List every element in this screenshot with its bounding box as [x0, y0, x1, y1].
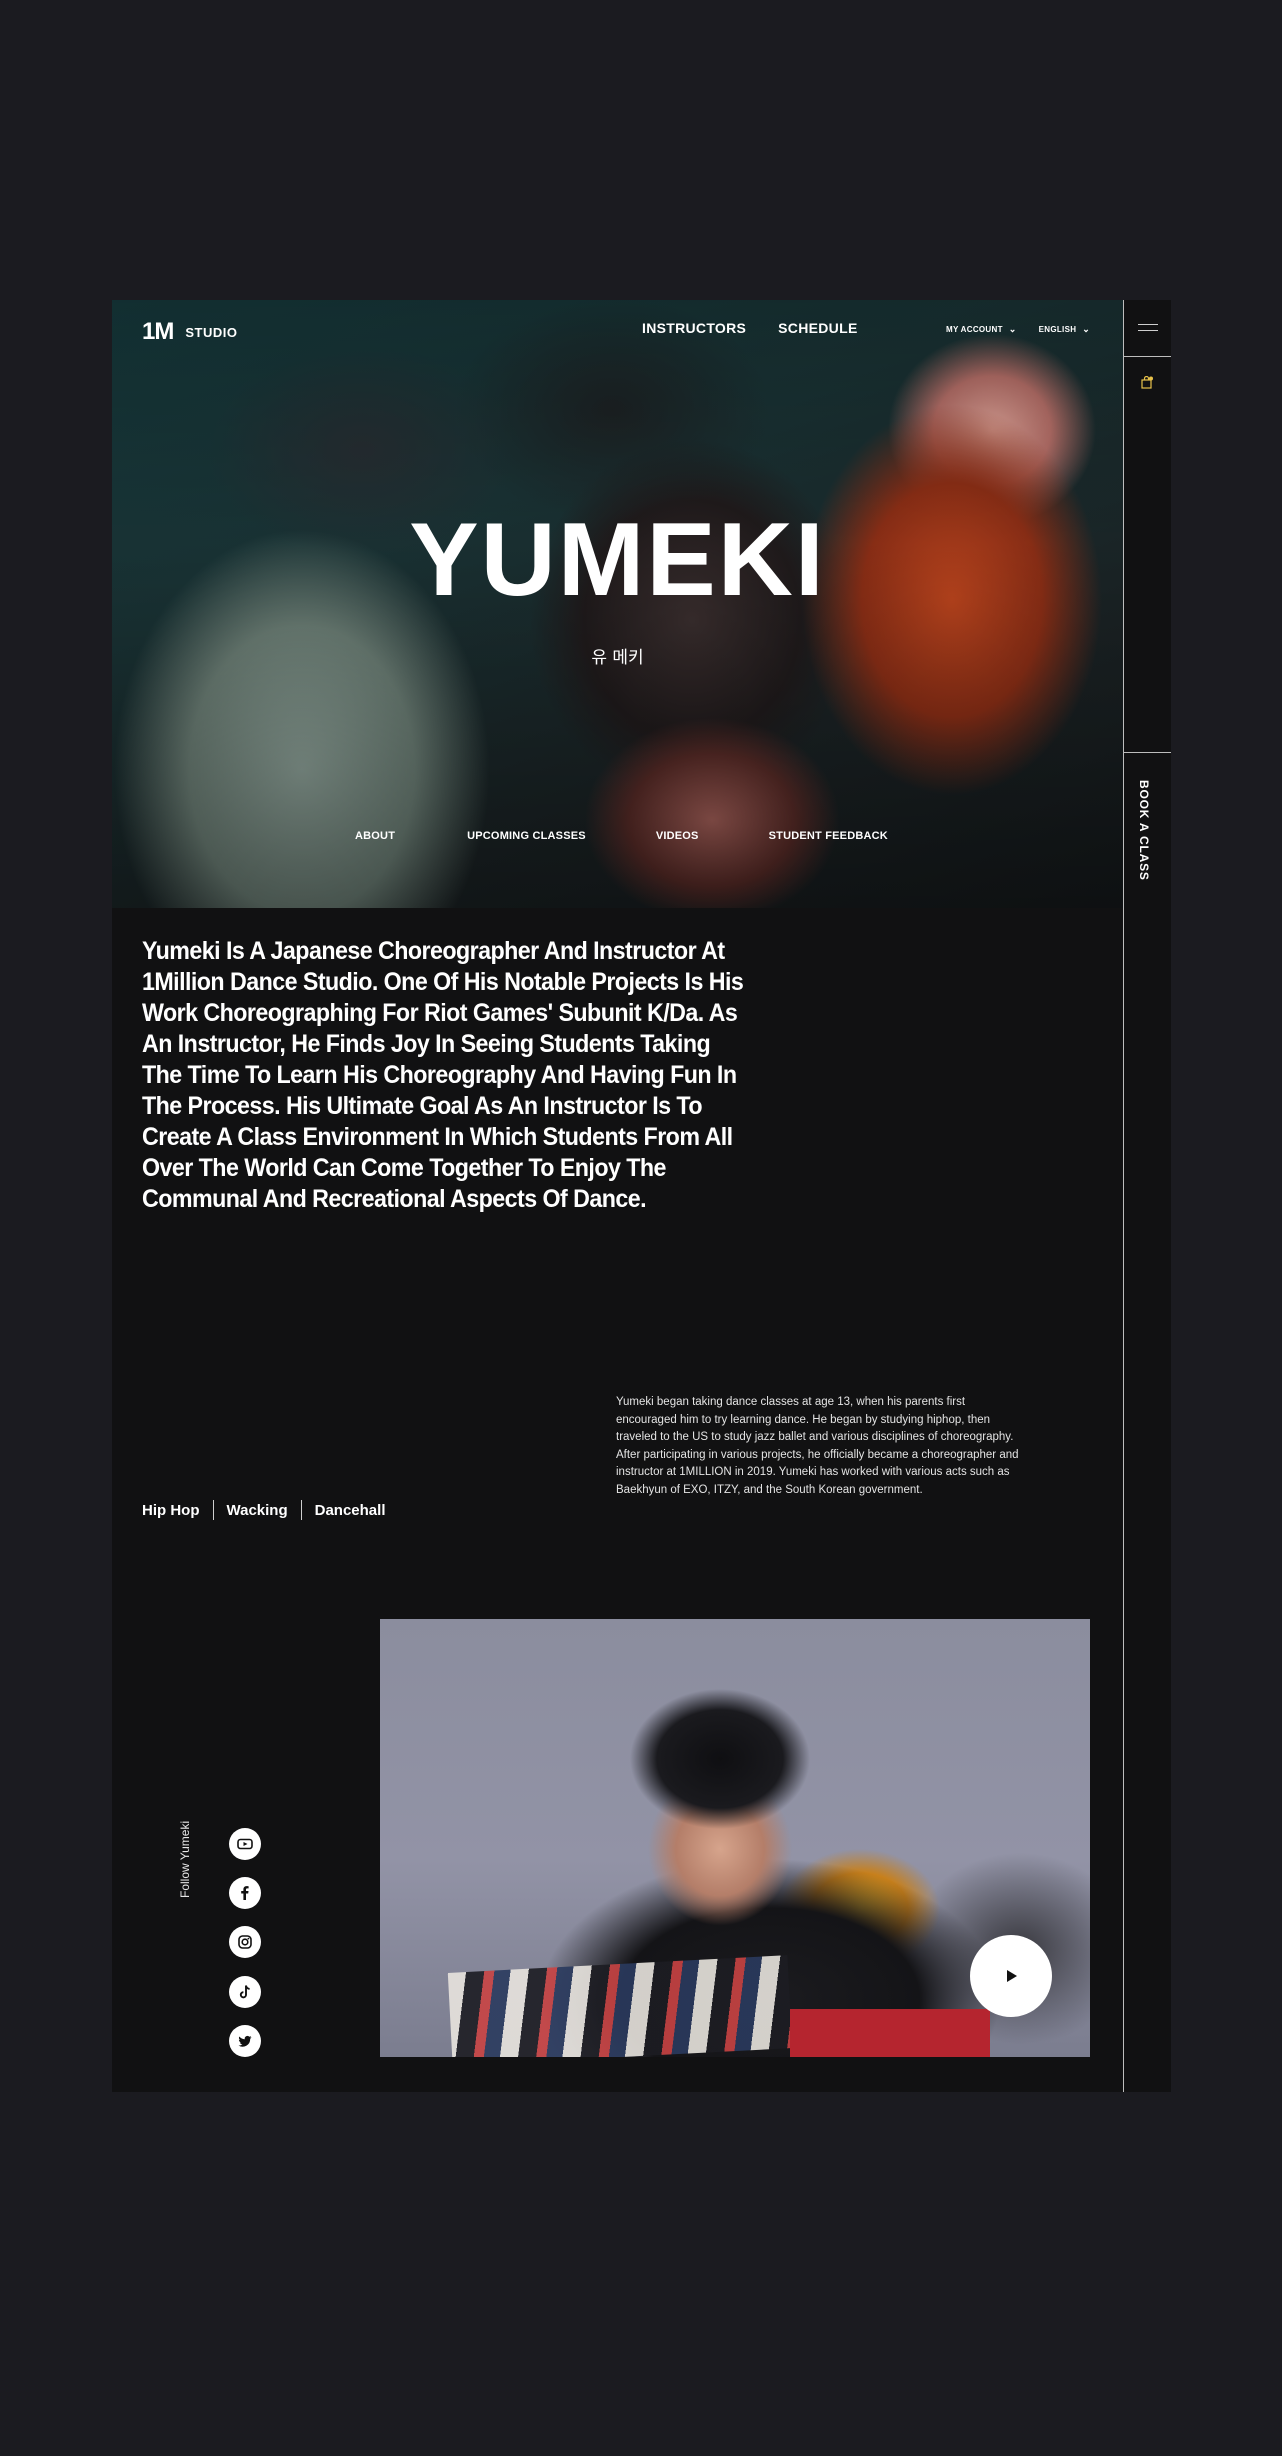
chevron-down-icon: ⌄ [1082, 324, 1091, 334]
account-label: MY ACCOUNT [946, 325, 1003, 334]
tiktok-icon[interactable] [229, 1976, 261, 2008]
play-button[interactable] [970, 1935, 1052, 2017]
genre-tag: Wacking [226, 1501, 288, 1519]
divider [300, 1500, 302, 1520]
twitter-icon[interactable] [229, 2025, 261, 2057]
facebook-icon[interactable] [229, 1877, 261, 1909]
hero-banner: 1M STUDIO INSTRUCTORS SCHEDULE MY ACCOUN… [112, 300, 1123, 908]
page-frame: 1M STUDIO INSTRUCTORS SCHEDULE MY ACCOUN… [112, 300, 1171, 2092]
logo-text: STUDIO [185, 324, 238, 340]
tab-upcoming-classes[interactable]: UPCOMING CLASSES [467, 830, 586, 842]
bio-lead: Yumeki Is A Japanese Choreographer And I… [142, 937, 744, 1213]
utility-nav: MY ACCOUNT ⌄ ENGLISH ⌄ [946, 324, 1090, 335]
nav-instructors[interactable]: INSTRUCTORS [642, 320, 746, 336]
tab-student-feedback[interactable]: STUDENT FEEDBACK [769, 830, 888, 842]
bio-body: Yumeki began taking dance classes at age… [616, 1396, 1019, 1496]
chevron-down-icon: ⌄ [1008, 324, 1017, 334]
divider [212, 1500, 214, 1520]
follow-label: Follow Yumeki [178, 1820, 192, 1898]
tab-about[interactable]: ABOUT [355, 830, 395, 842]
side-rail: BOOK A CLASS [1123, 300, 1171, 2092]
genre-tag: Dancehall [314, 1501, 386, 1519]
rail-divider [1124, 752, 1171, 753]
instructor-name-korean: 유 메키 [591, 648, 644, 668]
language-menu[interactable]: ENGLISH ⌄ [1039, 324, 1091, 335]
youtube-icon[interactable] [229, 1828, 261, 1860]
nav-schedule[interactable]: SCHEDULE [778, 320, 857, 336]
genre-tag: Hip Hop [142, 1501, 200, 1519]
video-thumbnail-detail [790, 2009, 990, 2057]
genre-list: Hip Hop Wacking Dancehall [142, 1500, 386, 1520]
bag-icon[interactable] [1141, 376, 1153, 389]
instructor-name: YUMEKI [409, 502, 826, 618]
account-menu[interactable]: MY ACCOUNT ⌄ [946, 324, 1017, 335]
menu-icon[interactable] [1124, 300, 1171, 357]
logo-mark: 1M [142, 318, 174, 345]
instagram-icon[interactable] [229, 1926, 261, 1958]
section-tabs: ABOUT UPCOMING CLASSES VIDEOS STUDENT FE… [355, 830, 888, 842]
video-thumbnail-detail [447, 1955, 793, 2057]
logo[interactable]: 1M STUDIO [142, 318, 237, 346]
tab-videos[interactable]: VIDEOS [656, 830, 699, 842]
book-class-button[interactable]: BOOK A CLASS [1137, 780, 1151, 881]
language-label: ENGLISH [1038, 325, 1077, 334]
video-player[interactable] [380, 1619, 1090, 2057]
main-nav: INSTRUCTORS SCHEDULE [642, 320, 858, 336]
